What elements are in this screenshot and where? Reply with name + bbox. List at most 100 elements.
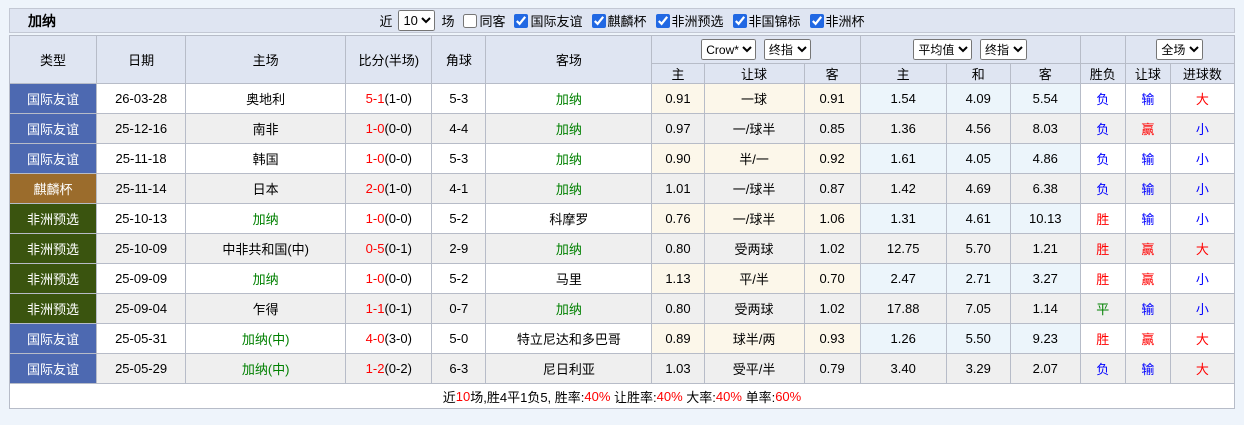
avg-odds-draw: 4.56: [945, 113, 1011, 144]
outcome-cell: 胜: [1079, 323, 1126, 354]
crown-odds-home: 0.90: [651, 143, 705, 174]
crown-odds-away: 0.92: [803, 143, 861, 174]
score-cell: 1-0(0-0): [345, 263, 433, 294]
summary-text: 让胜率:: [610, 389, 657, 405]
home-team: 南非: [185, 113, 347, 144]
crown-odds-home: 1.13: [651, 263, 705, 294]
table-row: 非洲预选 25-09-09 加纳 1-0(0-0) 5-2 马里 1.13 平/…: [8, 263, 1236, 294]
avg-odds-home: 12.75: [859, 233, 947, 264]
avg-odds-away: 9.23: [1009, 323, 1081, 354]
competition-checkbox-chan[interactable]: [732, 13, 747, 28]
away-team: 加纳: [485, 83, 653, 114]
home-team: 中非共和国(中): [185, 233, 347, 264]
sub-header-avg-draw: 和: [945, 63, 1011, 84]
competition-filter-chan: 非国锦标: [727, 11, 801, 30]
crown-odds-home: 0.76: [651, 203, 705, 234]
avg-odds-draw: 7.05: [945, 293, 1011, 324]
competition-checkbox-afcon[interactable]: [809, 13, 824, 28]
goals-result-cell: 大: [1169, 233, 1236, 264]
match-date: 25-09-09: [96, 263, 187, 294]
competition-checkbox-kirin-cup[interactable]: [591, 13, 606, 28]
outcome-cell: 胜: [1079, 203, 1126, 234]
score-cell: 2-0(1-0): [345, 173, 433, 204]
summary-text: 40%: [584, 388, 611, 404]
crown-odds-home: 0.91: [651, 83, 705, 114]
outcome-cell: 负: [1079, 83, 1126, 114]
competition-filter-afcon: 非洲杯: [804, 11, 865, 30]
score-cell: 1-1(0-1): [345, 293, 433, 324]
empty-header-cell: [1079, 35, 1126, 64]
match-date: 25-10-09: [96, 233, 187, 264]
summary-bar: 近 10 场,胜4平1负5, 胜率: 40% 让胜率: 40% 大率: 40% …: [9, 384, 1235, 409]
home-team: 奥地利: [185, 83, 347, 114]
sub-header-away-odds: 客: [803, 63, 861, 84]
away-team: 加纳: [485, 143, 653, 174]
same-away-filter: 同客: [457, 11, 505, 30]
recent-count-select[interactable]: 10: [398, 10, 436, 31]
away-team: 加纳: [485, 113, 653, 144]
away-team: 马里: [485, 263, 653, 294]
same-away-checkbox[interactable]: [463, 13, 478, 28]
crown-odds-away: 0.87: [803, 173, 861, 204]
competition-filter-friendly: 国际友谊: [508, 11, 583, 30]
average-odds-group-header: 平均值 终指: [859, 35, 1081, 64]
score-cell: 1-0(0-0): [345, 203, 433, 234]
match-type-badge: 国际友谊: [8, 353, 98, 384]
crown-handicap-line: 一/球半: [703, 173, 805, 204]
average-select[interactable]: 平均值: [913, 39, 973, 60]
scope-group-header: 全场: [1124, 35, 1236, 64]
away-team: 特立尼达和多巴哥: [485, 323, 653, 354]
away-team: 加纳: [485, 233, 653, 264]
scope-select[interactable]: 全场: [1156, 39, 1204, 60]
odds-time-select[interactable]: 终指: [763, 39, 811, 60]
summary-text: 40%: [715, 388, 742, 404]
crown-odds-home: 0.97: [651, 113, 705, 144]
crown-odds-away: 0.79: [803, 353, 861, 384]
same-away-label: 同客: [479, 14, 506, 29]
competition-filter-kirin-cup: 麒麟杯: [586, 11, 647, 30]
match-date: 25-12-16: [96, 113, 187, 144]
match-type-badge: 国际友谊: [8, 113, 98, 144]
away-team: 加纳: [485, 293, 653, 324]
avg-odds-draw: 4.61: [945, 203, 1011, 234]
handicap-result-cell: 输: [1124, 173, 1171, 204]
average-time-select[interactable]: 终指: [980, 39, 1028, 60]
table-row: 国际友谊 25-05-29 加纳(中) 1-2(0-2) 6-3 尼日利亚 1.…: [8, 353, 1236, 384]
column-header-corners: 角球: [431, 35, 487, 84]
away-team: 科摩罗: [485, 203, 653, 234]
avg-odds-draw: 4.09: [945, 83, 1011, 114]
home-team: 加纳(中): [185, 353, 347, 384]
handicap-result-cell: 输: [1124, 143, 1171, 174]
outcome-cell: 负: [1079, 353, 1126, 384]
crown-handicap-line: 一/球半: [703, 203, 805, 234]
summary-text: 40%: [656, 388, 683, 404]
away-team: 尼日利亚: [485, 353, 653, 384]
team-title: 加纳: [28, 12, 56, 29]
crown-odds-home: 1.01: [651, 173, 705, 204]
competition-label: 非洲杯: [825, 14, 865, 29]
score-cell: 1-0(0-0): [345, 143, 433, 174]
competition-checkbox-friendly[interactable]: [514, 13, 529, 28]
sub-header-avg-away: 客: [1009, 63, 1081, 84]
summary-text: 大率:: [682, 389, 716, 405]
recent-suffix-label: 场: [441, 14, 455, 29]
header-selects-row: 类型 日期 主场 比分(半场) 角球 客场 Crow* 终指 平均值 终指 全场: [8, 35, 1236, 84]
match-type-badge: 国际友谊: [8, 83, 98, 114]
avg-odds-away: 5.54: [1009, 83, 1081, 114]
filters: 近 10 场 同客 国际友谊 麒麟杯 非洲预选 非国锦标 非洲杯: [379, 10, 865, 31]
table-row: 麒麟杯 25-11-14 日本 2-0(1-0) 4-1 加纳 1.01 一/球…: [8, 173, 1236, 204]
corners-cell: 5-0: [431, 323, 487, 354]
column-header-home: 主场: [185, 35, 347, 84]
competition-checkbox-afr-qualifiers[interactable]: [655, 13, 670, 28]
crown-odds-home: 0.80: [651, 233, 705, 264]
match-type-badge: 非洲预选: [8, 233, 98, 264]
goals-result-cell: 大: [1169, 83, 1236, 114]
outcome-cell: 平: [1079, 293, 1126, 324]
crown-odds-away: 0.70: [803, 263, 861, 294]
home-team: 韩国: [185, 143, 347, 174]
score-cell: 0-5(0-1): [345, 233, 433, 264]
competition-label: 非国锦标: [748, 14, 801, 29]
avg-odds-away: 8.03: [1009, 113, 1081, 144]
avg-odds-home: 1.42: [859, 173, 947, 204]
odds-company-select[interactable]: Crow*: [701, 39, 757, 60]
